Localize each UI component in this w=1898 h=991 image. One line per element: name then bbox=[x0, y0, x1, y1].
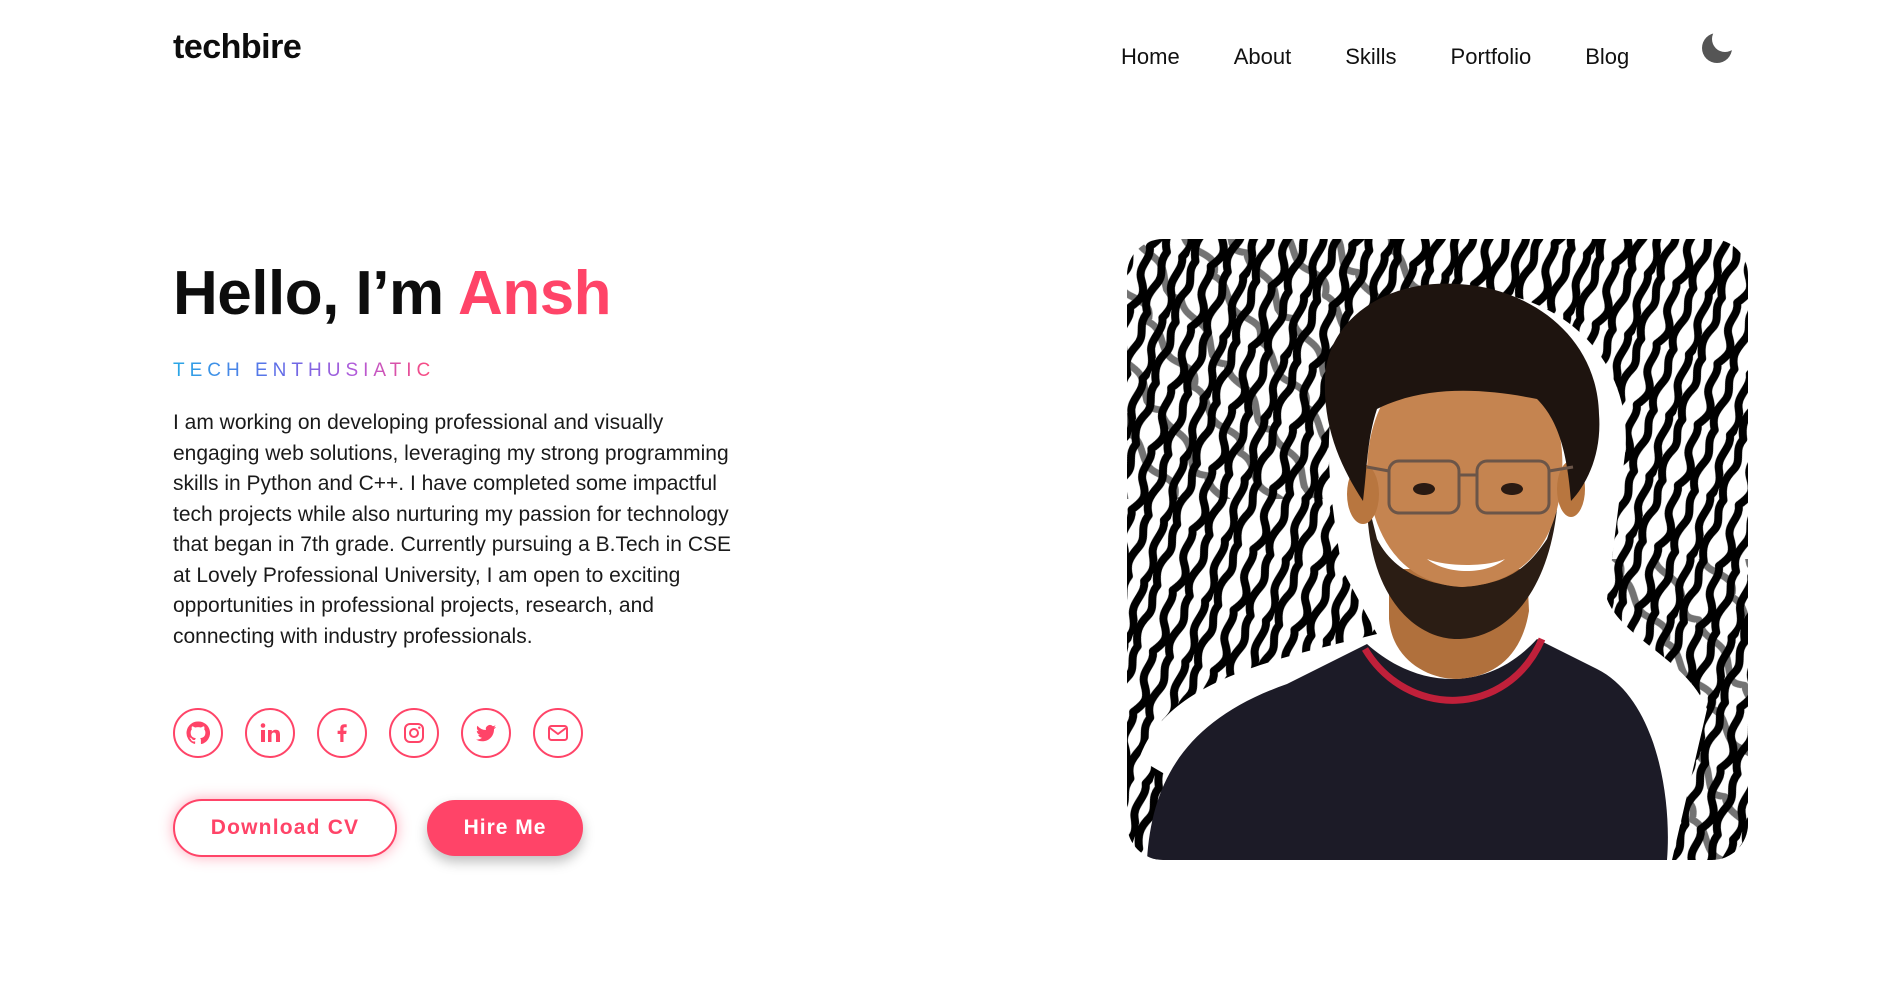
twitter-icon bbox=[476, 724, 496, 742]
mail-icon bbox=[548, 725, 568, 741]
hire-me-button[interactable]: Hire Me bbox=[427, 800, 583, 856]
nav-portfolio[interactable]: Portfolio bbox=[1451, 44, 1532, 70]
instagram-link[interactable] bbox=[389, 708, 439, 758]
hero-greeting: Hello, I’m bbox=[173, 259, 459, 328]
instagram-icon bbox=[404, 723, 424, 743]
nav-home[interactable]: Home bbox=[1121, 44, 1180, 70]
hero-subtitle: TECH ENTHUSIATIC bbox=[173, 360, 436, 381]
linkedin-link[interactable] bbox=[245, 708, 295, 758]
linkedin-icon bbox=[260, 723, 280, 742]
main-nav: Home About Skills Portfolio Blog bbox=[1121, 44, 1629, 70]
github-link[interactable] bbox=[173, 708, 223, 758]
facebook-icon bbox=[337, 724, 347, 742]
nav-skills[interactable]: Skills bbox=[1345, 44, 1396, 70]
hero-title: Hello, I’m Ansh bbox=[173, 258, 773, 330]
github-icon bbox=[186, 721, 210, 745]
hero-actions: Download CV Hire Me bbox=[173, 799, 583, 857]
hero-name: Ansh bbox=[458, 259, 612, 328]
mail-link[interactable] bbox=[533, 708, 583, 758]
download-cv-button[interactable]: Download CV bbox=[173, 799, 397, 857]
social-links bbox=[173, 708, 583, 758]
moon-icon[interactable] bbox=[1700, 30, 1736, 66]
profile-photo bbox=[1127, 239, 1748, 860]
hero-section: Hello, I’m Ansh TECH ENTHUSIATIC I am wo… bbox=[173, 258, 773, 652]
twitter-link[interactable] bbox=[461, 708, 511, 758]
nav-blog[interactable]: Blog bbox=[1585, 44, 1629, 70]
brand-logo[interactable]: techbire bbox=[173, 28, 302, 67]
hero-bio: I am working on developing professional … bbox=[173, 411, 731, 648]
facebook-link[interactable] bbox=[317, 708, 367, 758]
nav-about[interactable]: About bbox=[1234, 44, 1292, 70]
